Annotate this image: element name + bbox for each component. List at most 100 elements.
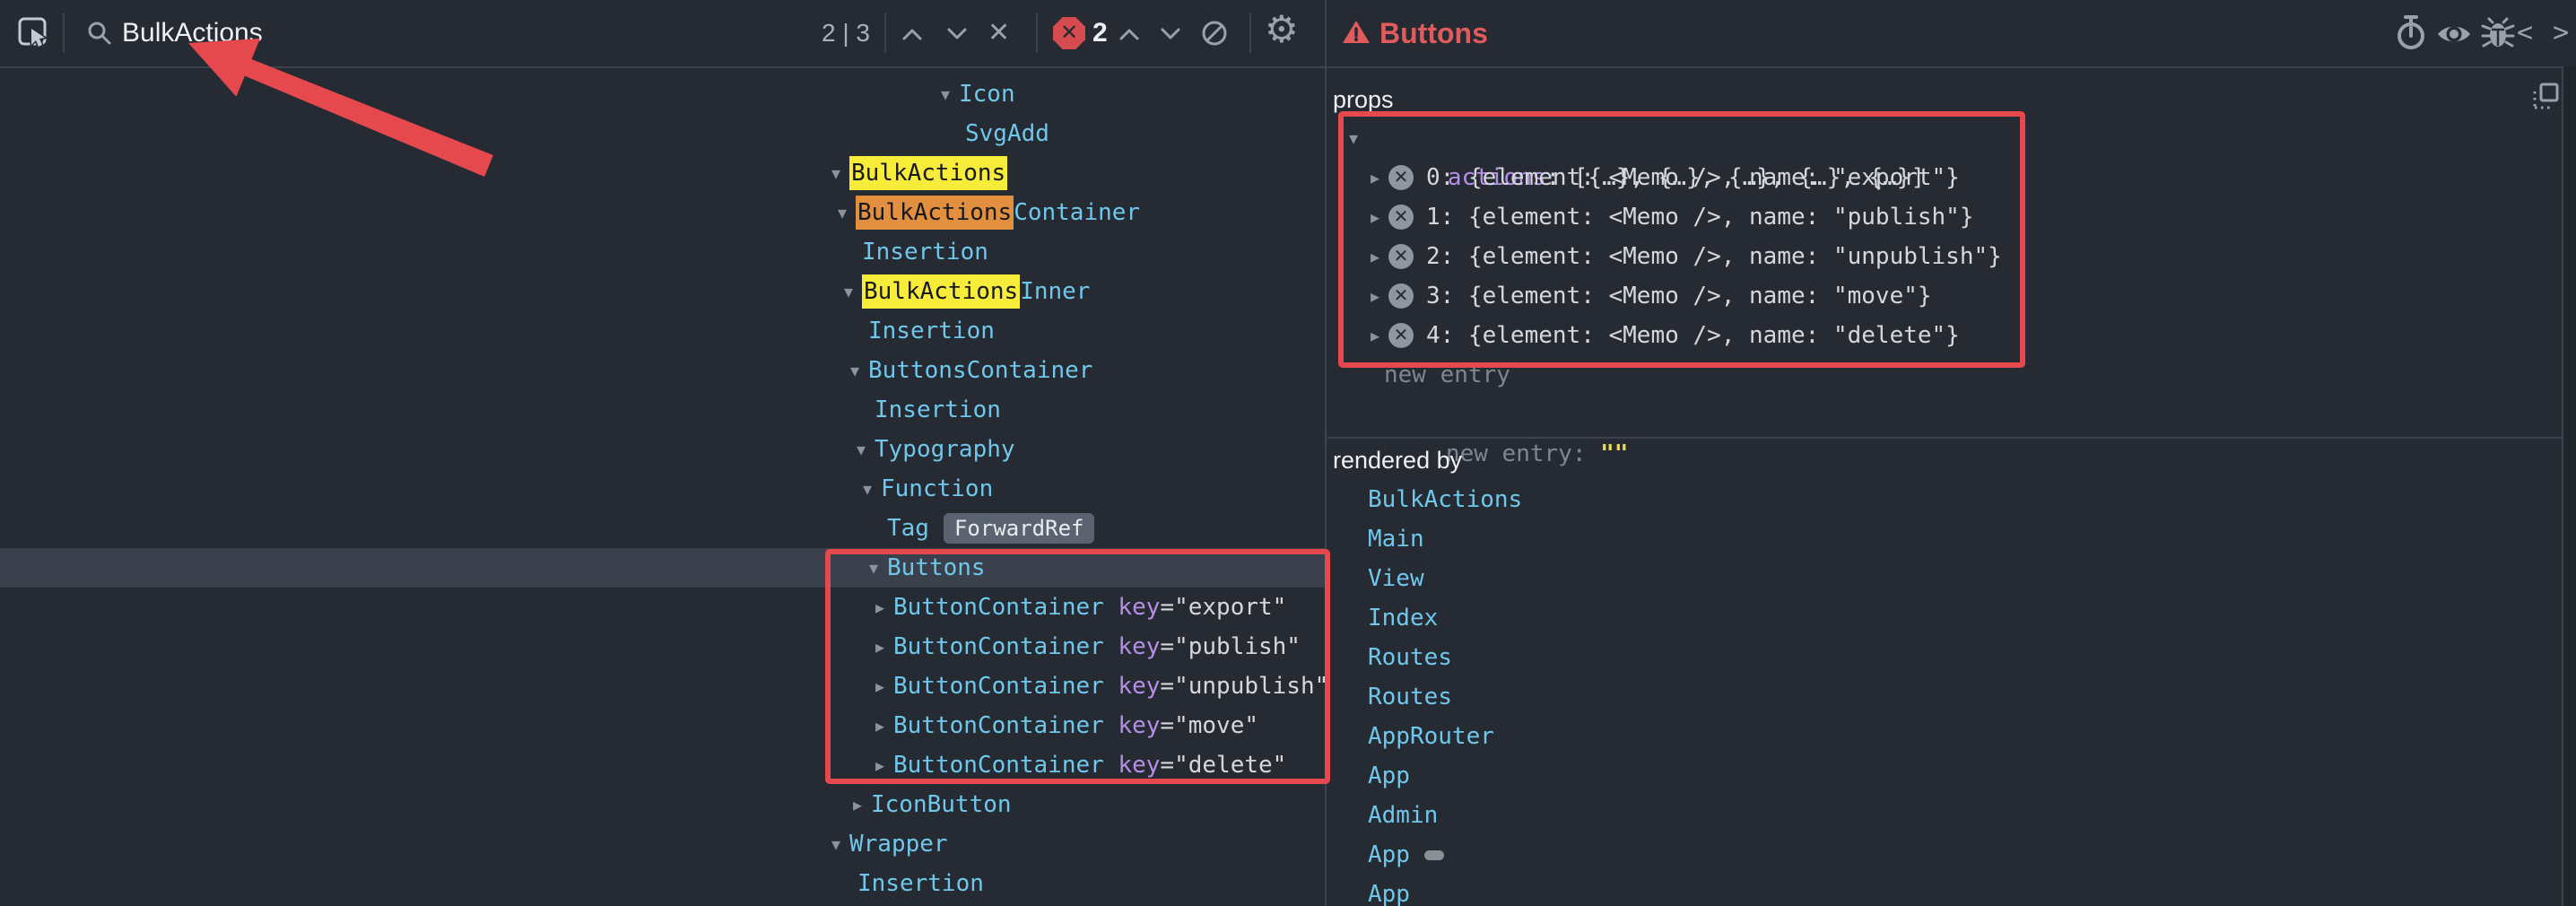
tree-row[interactable]: SvgAdd [0,114,1325,153]
expand-arrow-icon[interactable]: ▸ [1363,158,1387,197]
expand-arrow-icon[interactable]: ▸ [868,588,892,627]
rendered-by-item[interactable]: Routes [1368,638,1452,677]
props-array-item-row[interactable]: ▸✕3: {element: <Memo />, name: "move"} [1327,276,2562,316]
tree-row[interactable]: Insertion [0,864,1325,903]
previous-match-icon[interactable] [901,27,924,41]
search-input[interactable] [122,15,750,51]
props-array-item-row[interactable]: ▸✕4: {element: <Memo />, name: "delete"} [1327,316,2562,355]
rendered-by-name[interactable]: App [1368,762,1410,789]
collapse-arrow-icon[interactable]: ▾ [831,193,854,232]
tree-row[interactable]: ▸IconButton [0,785,1325,824]
rendered-by-name[interactable]: BulkActions [1368,486,1522,513]
rendered-by-name[interactable]: AppRouter [1368,723,1494,750]
props-array-item-row[interactable]: ▸✕1: {element: <Memo />, name: "publish"… [1327,197,2562,237]
array-new-entry-row[interactable]: new entry [1327,355,2562,395]
tree-row[interactable]: Insertion [0,390,1325,430]
tree-row[interactable]: Insertion [0,232,1325,272]
expand-arrow-icon[interactable]: ▸ [1363,316,1387,355]
props-array-item-row[interactable]: ▸✕0: {element: <Memo />, name: "export"} [1327,158,2562,197]
suspense-timer-icon[interactable] [2395,14,2427,52]
suppress-errors-icon[interactable] [1200,19,1229,48]
next-error-icon[interactable] [1159,27,1182,41]
next-match-icon[interactable] [945,27,969,41]
rendered-by-item[interactable]: BulkActions [1368,480,1522,519]
tree-row[interactable]: ▸ButtonContainer key="unpublish" [0,666,1325,706]
rendered-by-item[interactable]: Index [1368,598,1438,638]
rendered-by-name[interactable]: Routes [1368,684,1452,710]
view-source-code-icon[interactable]: < > [2517,15,2571,51]
tree-row[interactable]: ▾BulkActionsInner [0,272,1325,311]
inspect-dom-eye-icon[interactable] [2436,22,2472,47]
props-new-entry-row[interactable]: new entry: "" [1327,395,2562,434]
rendered-by-item[interactable]: Routes [1368,677,1452,717]
delete-entry-icon[interactable]: ✕ [1388,165,1414,190]
error-badge-icon[interactable]: ✕ [1053,17,1085,49]
rendered-by-name[interactable]: View [1368,565,1424,592]
previous-error-icon[interactable] [1118,27,1141,41]
tree-row[interactable]: ▸ButtonContainer key="publish" [0,627,1325,666]
tree-row[interactable]: ▸ButtonContainer key="export" [0,588,1325,627]
expand-arrow-icon[interactable]: ▸ [868,706,892,745]
log-to-console-bug-icon[interactable] [2481,17,2515,49]
collapse-arrow-icon[interactable]: ▾ [934,74,957,114]
expand-arrow-icon[interactable]: ▸ [1363,276,1387,316]
collapse-arrow-icon[interactable]: ▾ [824,824,848,864]
rendered-by-name[interactable]: App [1368,841,1410,868]
tree-row[interactable]: ▾BulkActions [0,153,1325,193]
tree-row[interactable]: ▾BulkActionsContainer [0,193,1325,232]
rendered-by-item[interactable]: View [1368,559,1424,598]
rendered-by-item[interactable]: AppRouter [1368,717,1494,756]
rendered-by-item[interactable]: Admin [1368,796,1438,835]
rendered-by-item[interactable]: App [1368,875,1410,906]
rendered-by-name[interactable]: App [1368,881,1410,906]
delete-entry-icon[interactable]: ✕ [1388,244,1414,269]
tree-row[interactable]: Insertion [0,311,1325,351]
props-array-item-row[interactable]: ▸✕2: {element: <Memo />, name: "unpublis… [1327,237,2562,276]
scrollbar-track[interactable] [2563,66,2576,906]
expand-arrow-icon[interactable]: ▸ [1363,237,1387,276]
collapse-arrow-icon[interactable]: ▾ [837,272,860,311]
delete-entry-icon[interactable]: ✕ [1388,283,1414,309]
clear-search-icon[interactable]: ✕ [988,15,1010,51]
tree-row[interactable]: ▾Function [0,469,1325,509]
collapse-arrow-icon[interactable]: ▾ [856,469,879,509]
tree-row[interactable]: ▾Icon [0,74,1325,114]
copy-to-clipboard-icon[interactable] [2531,82,2560,110]
rendered-by-name[interactable]: Admin [1368,802,1438,829]
tree-row[interactable]: ▾Buttons [0,548,1325,588]
new-entry-label[interactable]: new entry [1446,440,1572,467]
rendered-by-name[interactable]: Routes [1368,644,1452,671]
collapse-arrow-icon[interactable]: ▾ [843,351,866,390]
props-actions-row[interactable]: ▾ actions: [{…}, {…}, {…}, {…}, {…}] [1327,118,2562,158]
array-item-value[interactable]: : {element: <Memo />, name: "export"} [1440,164,1960,191]
delete-entry-icon[interactable]: ✕ [1388,323,1414,348]
tree-row[interactable]: ▾Typography [0,430,1325,469]
rendered-by-item[interactable]: Main [1368,519,1424,559]
tree-row[interactable]: TagForwardRef [0,509,1325,548]
array-item-value[interactable]: : {element: <Memo />, name: "move"} [1440,283,1932,309]
collapse-arrow-icon[interactable]: ▾ [824,153,848,193]
tree-row[interactable]: ▾Wrapper [0,824,1325,864]
tree-row[interactable]: ▸ButtonContainer key="delete" [0,745,1325,785]
expand-arrow-icon[interactable]: ▸ [1363,197,1387,237]
new-entry-placeholder[interactable]: new entry [1384,355,1510,395]
expand-arrow-icon[interactable]: ▸ [868,627,892,666]
expand-arrow-icon[interactable]: ▸ [846,785,869,824]
collapse-arrow-icon[interactable]: ▾ [1342,118,1365,158]
collapse-arrow-icon[interactable]: ▾ [849,430,873,469]
tree-row[interactable]: ▸ButtonContainer key="move" [0,706,1325,745]
rendered-by-item[interactable]: App [1368,835,1444,875]
inspect-element-icon[interactable] [16,15,52,51]
settings-gear-icon[interactable]: ⚙ [1265,12,1299,48]
delete-entry-icon[interactable]: ✕ [1388,205,1414,230]
expand-arrow-icon[interactable]: ▸ [868,745,892,785]
new-entry-value[interactable]: "" [1600,440,1628,467]
array-item-value[interactable]: : {element: <Memo />, name: "delete"} [1440,322,1960,349]
collapse-arrow-icon[interactable]: ▾ [862,548,885,588]
array-item-value[interactable]: : {element: <Memo />, name: "publish"} [1440,204,1974,231]
rendered-by-name[interactable]: Index [1368,605,1438,632]
tree-row[interactable]: ▾ButtonsContainer [0,351,1325,390]
rendered-by-item[interactable]: App [1368,756,1410,796]
expand-arrow-icon[interactable]: ▸ [868,666,892,706]
array-item-value[interactable]: : {element: <Memo />, name: "unpublish"} [1440,243,2002,270]
